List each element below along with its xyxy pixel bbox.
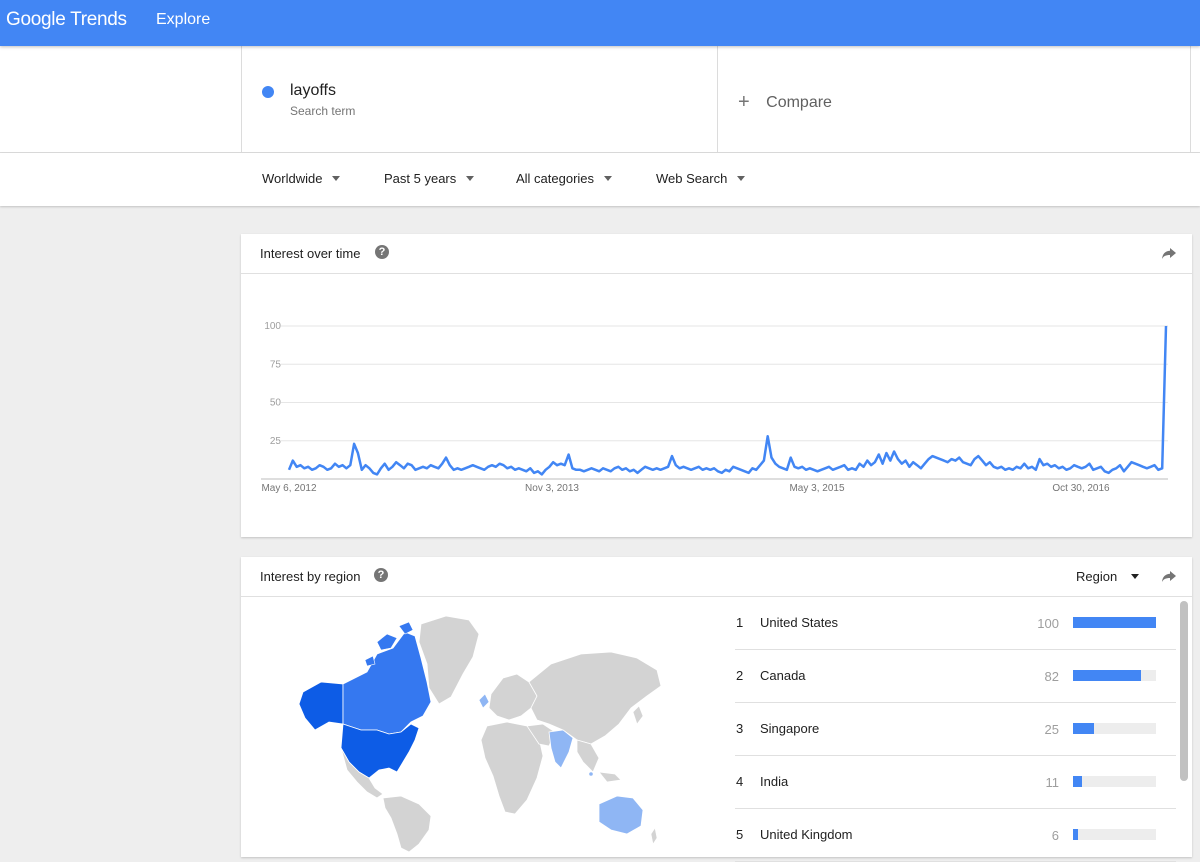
map-region-united-kingdom (478, 693, 490, 709)
compare-label: Compare (766, 94, 832, 111)
region-rank: 3 (736, 721, 744, 736)
card-header: Interest over time ? (241, 234, 1192, 274)
region-bar (1073, 670, 1142, 681)
caret-down-icon (737, 176, 746, 181)
filter-bar: Worldwide Past 5 years All categories We… (0, 153, 1200, 206)
filter-category-dropdown[interactable]: All categories (516, 171, 613, 186)
y-tick-label: 25 (270, 436, 282, 447)
region-rank: 5 (736, 827, 744, 842)
search-term-card[interactable]: layoffs Search term (241, 46, 718, 152)
interest-by-region-card: Interest by region ? Region 1 United Sta… (241, 557, 1192, 862)
region-bar (1073, 776, 1083, 787)
help-icon[interactable]: ? (375, 245, 389, 259)
region-list-scrollbar[interactable] (1180, 601, 1188, 781)
y-tick-label: 75 (270, 359, 282, 370)
filter-search-type-label: Web Search (656, 171, 728, 186)
region-value: 100 (1037, 616, 1059, 631)
region-bar (1073, 723, 1094, 734)
search-term-name[interactable]: layoffs (290, 82, 336, 100)
region-bar-track (1073, 670, 1156, 681)
region-resolution-label: Region (1076, 569, 1118, 584)
map-region-india (548, 729, 574, 769)
region-rank: 1 (736, 615, 744, 630)
map-region-south-america (382, 795, 432, 852)
filter-location-label: Worldwide (262, 171, 323, 186)
caret-down-icon (466, 176, 475, 181)
region-rank: 2 (736, 668, 744, 683)
region-bar-track (1073, 829, 1156, 840)
region-bar-track (1073, 723, 1156, 734)
region-value: 25 (1044, 722, 1059, 737)
region-row[interactable]: 3 Singapore 25 (735, 703, 1176, 756)
series-line-layoffs[interactable] (287, 325, 1168, 476)
compare-button[interactable]: + Compare (738, 90, 832, 113)
top-bar: Google Trends Explore (0, 0, 1200, 46)
help-icon[interactable]: ? (374, 568, 388, 582)
region-bar-track (1073, 617, 1156, 628)
world-map[interactable] (281, 612, 671, 852)
filter-search-type-dropdown[interactable]: Web Search (656, 171, 746, 186)
region-value: 82 (1044, 669, 1059, 684)
region-row[interactable]: 4 India 11 (735, 756, 1176, 809)
map-region-alaska (298, 681, 344, 731)
region-rank: 4 (736, 774, 744, 789)
map-region-singapore (589, 772, 593, 776)
explore-title: Explore (156, 11, 211, 28)
region-list: 1 United States 100 2 Canada 82 3 Singap… (735, 597, 1176, 862)
region-resolution-dropdown[interactable]: Region (1076, 569, 1140, 584)
search-term-row: layoffs Search term + Compare (0, 46, 1200, 153)
region-value: 6 (1051, 828, 1059, 843)
interest-by-region-title: Interest by region (260, 569, 361, 584)
search-term-type: Search term (290, 104, 356, 118)
interest-over-time-card: Interest over time ? 100 75 50 25 May 6, 201… (241, 234, 1192, 537)
region-bar (1073, 617, 1156, 628)
filter-location-dropdown[interactable]: Worldwide (262, 171, 341, 186)
region-name[interactable]: Singapore (760, 721, 819, 736)
card-header: Interest by region ? Region (241, 557, 1192, 597)
region-name[interactable]: United Kingdom (760, 827, 853, 842)
divider (1190, 46, 1191, 152)
plus-icon: + (738, 91, 750, 113)
region-bar-track (1073, 776, 1156, 787)
caret-down-icon (604, 176, 613, 181)
logo-trends-text: Trends (70, 9, 127, 30)
region-row[interactable]: 5 United Kingdom 6 (735, 809, 1176, 862)
x-tick-label: Oct 30, 2016 (1052, 483, 1110, 494)
interest-over-time-title: Interest over time (260, 246, 361, 261)
filter-time-dropdown[interactable]: Past 5 years (384, 171, 475, 186)
x-tick-label: May 6, 2012 (261, 483, 316, 494)
logo-google-text: Google (6, 9, 66, 30)
filter-time-label: Past 5 years (384, 171, 457, 186)
region-value: 11 (1045, 775, 1060, 790)
share-icon[interactable] (1160, 244, 1178, 262)
filter-category-label: All categories (516, 171, 595, 186)
region-row[interactable]: 2 Canada 82 (735, 650, 1176, 703)
region-row[interactable]: 1 United States 100 (735, 597, 1176, 650)
region-name[interactable]: United States (760, 615, 838, 630)
y-tick-label: 50 (270, 398, 282, 409)
term-color-dot (262, 86, 274, 98)
y-tick-label: 100 (264, 321, 281, 332)
region-name[interactable]: Canada (760, 668, 806, 683)
region-bar (1073, 829, 1078, 840)
x-tick-label: May 3, 2015 (789, 483, 844, 494)
x-tick-label: Nov 3, 2013 (525, 483, 579, 494)
caret-down-icon (332, 176, 341, 181)
share-icon[interactable] (1160, 567, 1178, 585)
map-region-australia (598, 795, 644, 835)
interest-over-time-chart[interactable]: 100 75 50 25 May 6, 2012 Nov 3, 2013 May 3, 20… (241, 274, 1192, 536)
region-name[interactable]: India (760, 774, 788, 789)
google-trends-logo[interactable]: Google Trends (6, 9, 127, 31)
caret-down-icon (1131, 574, 1140, 579)
